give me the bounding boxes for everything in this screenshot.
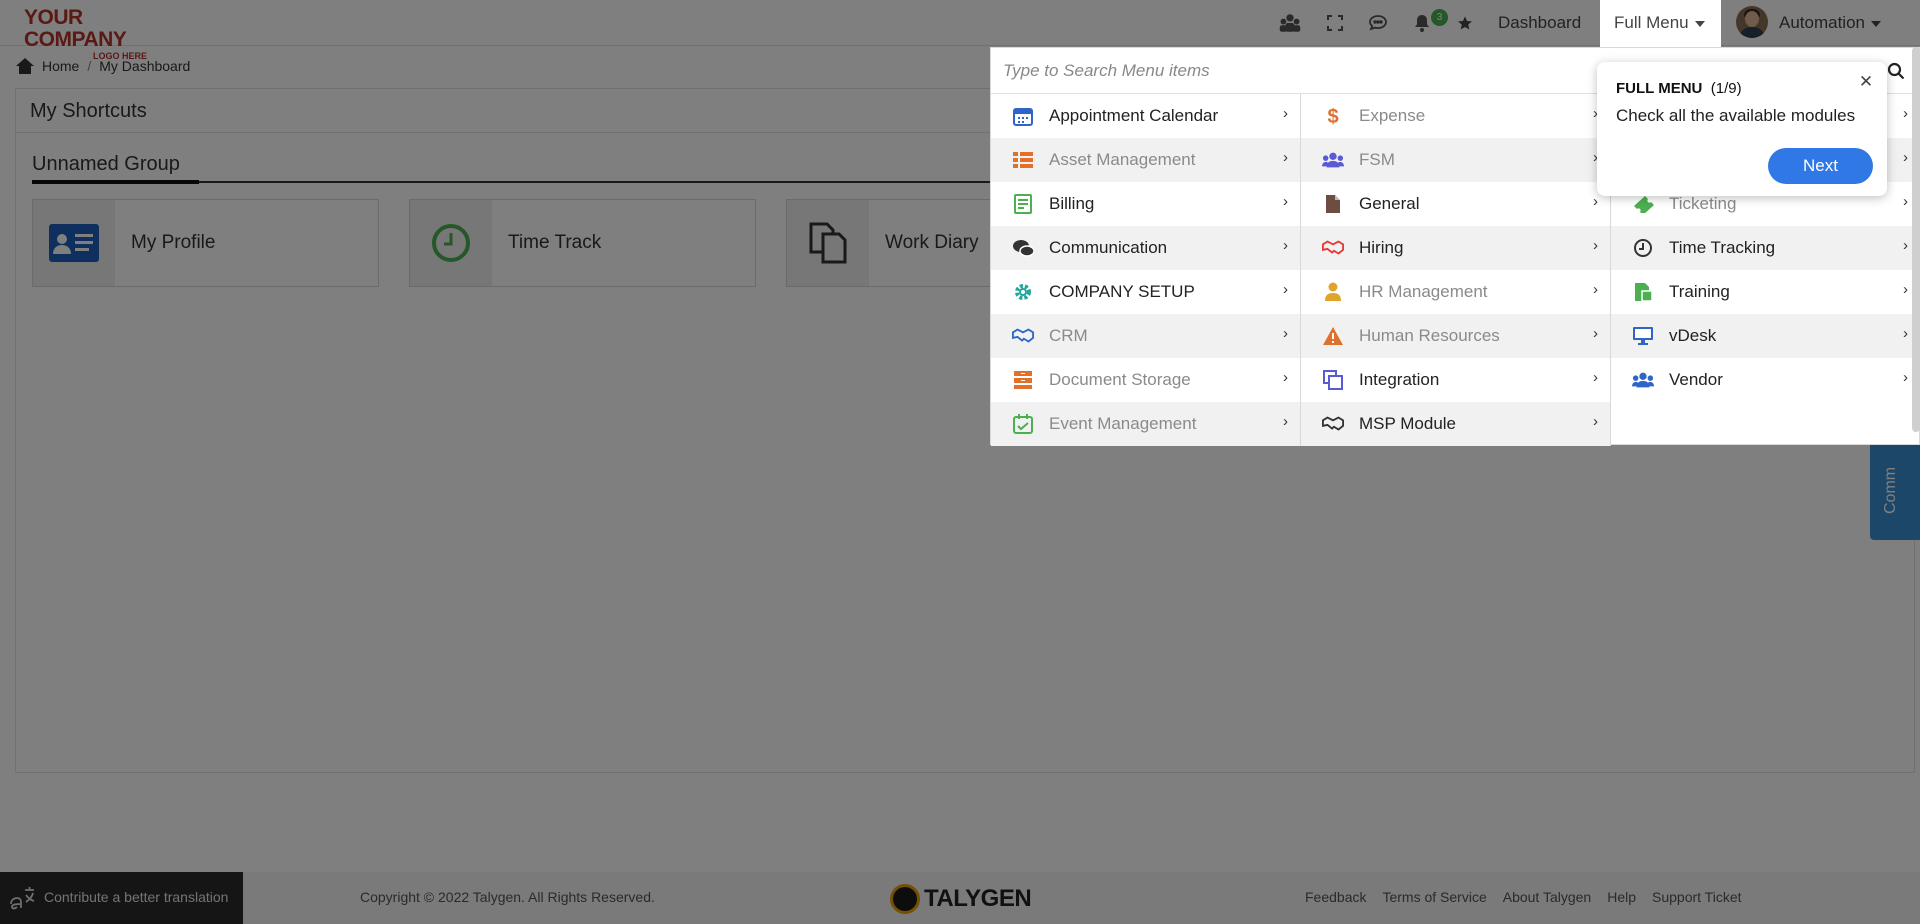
menu-item-label: General: [1359, 194, 1420, 213]
dollar-icon: $: [1322, 106, 1344, 127]
menu-item-label: FSM: [1359, 150, 1395, 169]
menu-item-label: Event Management: [1049, 414, 1197, 433]
close-icon[interactable]: ✕: [1857, 73, 1875, 91]
menu-item-label: Hiring: [1359, 238, 1404, 257]
copy-icon: [1322, 370, 1344, 390]
chevron-right-icon: ›: [1283, 105, 1288, 122]
menu-item-label: COMPANY SETUP: [1049, 282, 1195, 301]
menu-item-label: Vendor: [1669, 370, 1723, 389]
chevron-right-icon: ›: [1903, 193, 1908, 210]
menu-item-label: Billing: [1049, 194, 1095, 213]
tour-title: FULL MENU (1/9): [1616, 80, 1742, 97]
tour-description: Check all the available modules: [1616, 106, 1856, 125]
menu-column-1: Appointment Calendar › Asset Management › Bi…: [991, 94, 1301, 446]
menu-item-document-storage[interactable]: Document Storage ›: [991, 358, 1300, 402]
chevron-right-icon: ›: [1903, 281, 1908, 298]
chevron-right-icon: ›: [1903, 149, 1908, 166]
chevron-right-icon: ›: [1903, 237, 1908, 254]
chevron-right-icon: ›: [1593, 193, 1598, 210]
menu-item-time-tracking[interactable]: Time Tracking ›: [1611, 226, 1920, 270]
menu-item-communication[interactable]: Communication ›: [991, 226, 1300, 270]
tour-next-button[interactable]: Next: [1768, 148, 1873, 184]
chat-icon: [1012, 238, 1034, 258]
menu-item-label: Ticketing: [1669, 194, 1737, 213]
menu-item-vdesk[interactable]: vDesk ›: [1611, 314, 1920, 358]
menu-item-integration[interactable]: Integration ›: [1301, 358, 1610, 402]
chevron-right-icon: ›: [1593, 281, 1598, 298]
full-menu-label: Full Menu: [1614, 13, 1705, 33]
menu-item-appointment-calendar[interactable]: Appointment Calendar ›: [991, 94, 1300, 138]
menu-item-event-management[interactable]: Event Management ›: [991, 402, 1300, 446]
menu-item-msp-module[interactable]: MSP Module ›: [1301, 402, 1610, 446]
menu-item-training[interactable]: Training ›: [1611, 270, 1920, 314]
svg-text:$: $: [1327, 106, 1338, 127]
menu-item-billing[interactable]: Billing ›: [991, 182, 1300, 226]
chevron-right-icon: ›: [1593, 237, 1598, 254]
menu-item-label: HR Management: [1359, 282, 1488, 301]
menu-column-2: $ Expense › FSM › General › Hiring › HR Managemen…: [1301, 94, 1611, 446]
user-icon: [1322, 282, 1344, 302]
chevron-right-icon: ›: [1283, 413, 1288, 430]
chevron-right-icon: ›: [1903, 105, 1908, 122]
users-icon: [1322, 150, 1344, 170]
handshake-icon: [1322, 414, 1344, 434]
gear-icon: [1012, 282, 1034, 302]
file-icon: [1322, 194, 1344, 214]
chevron-right-icon: ›: [1283, 193, 1288, 210]
menu-item-asset-management[interactable]: Asset Management ›: [991, 138, 1300, 182]
menu-item-label: vDesk: [1669, 326, 1717, 345]
calendar-check-icon: [1012, 414, 1034, 434]
menu-item-label: Appointment Calendar: [1049, 106, 1219, 125]
calendar-icon: [1012, 106, 1034, 126]
menu-item-label: Asset Management: [1049, 150, 1196, 169]
menu-item-hiring[interactable]: Hiring ›: [1301, 226, 1610, 270]
menu-item-label: MSP Module: [1359, 414, 1457, 433]
warning-icon: [1322, 326, 1344, 346]
ticket-icon: [1632, 194, 1654, 214]
menu-item-label: Training: [1669, 282, 1730, 301]
menu-item-vendor[interactable]: Vendor ›: [1611, 358, 1920, 402]
chevron-right-icon: ›: [1283, 149, 1288, 166]
chevron-right-icon: ›: [1903, 369, 1908, 386]
clock-icon: [1632, 238, 1654, 258]
menu-item-label: CRM: [1049, 326, 1088, 345]
handshake-icon: [1322, 238, 1344, 258]
menu-item-label: Communication: [1049, 238, 1168, 257]
chevron-right-icon: ›: [1283, 325, 1288, 342]
tour-popover: FULL MENU (1/9) Check all the available …: [1597, 62, 1887, 196]
menu-scrollbar[interactable]: [1912, 47, 1920, 432]
chevron-right-icon: ›: [1283, 237, 1288, 254]
bill-icon: [1012, 194, 1034, 214]
full-menu-toggle[interactable]: Full Menu: [1600, 0, 1721, 50]
training-icon: [1632, 282, 1654, 302]
chevron-down-icon: [1694, 20, 1705, 27]
chevron-right-icon: ›: [1593, 325, 1598, 342]
menu-item-hr-management[interactable]: HR Management ›: [1301, 270, 1610, 314]
search-icon[interactable]: [1887, 62, 1905, 80]
chevron-right-icon: ›: [1593, 413, 1598, 430]
menu-item-label: Expense: [1359, 106, 1426, 125]
chevron-right-icon: ›: [1283, 281, 1288, 298]
monitor-icon: [1632, 326, 1654, 346]
menu-search-input[interactable]: Type to Search Menu items: [1003, 61, 1210, 81]
menu-item-crm[interactable]: CRM ›: [991, 314, 1300, 358]
menu-item-general[interactable]: General ›: [1301, 182, 1610, 226]
chevron-right-icon: ›: [1283, 369, 1288, 386]
users-icon: [1632, 370, 1654, 390]
storage-icon: [1012, 370, 1034, 390]
chevron-right-icon: ›: [1903, 325, 1908, 342]
menu-item-expense[interactable]: $ Expense ›: [1301, 94, 1610, 138]
menu-item-label: Integration: [1359, 370, 1440, 389]
menu-item-human-resources[interactable]: Human Resources ›: [1301, 314, 1610, 358]
chevron-right-icon: ›: [1593, 369, 1598, 386]
menu-item-label: Time Tracking: [1669, 238, 1776, 257]
menu-item-fsm[interactable]: FSM ›: [1301, 138, 1610, 182]
list-icon: [1012, 150, 1034, 170]
handshake-icon: [1012, 326, 1034, 346]
menu-item-company-setup[interactable]: COMPANY SETUP ›: [991, 270, 1300, 314]
menu-item-label: Human Resources: [1359, 326, 1500, 345]
menu-item-label: Document Storage: [1049, 370, 1191, 389]
